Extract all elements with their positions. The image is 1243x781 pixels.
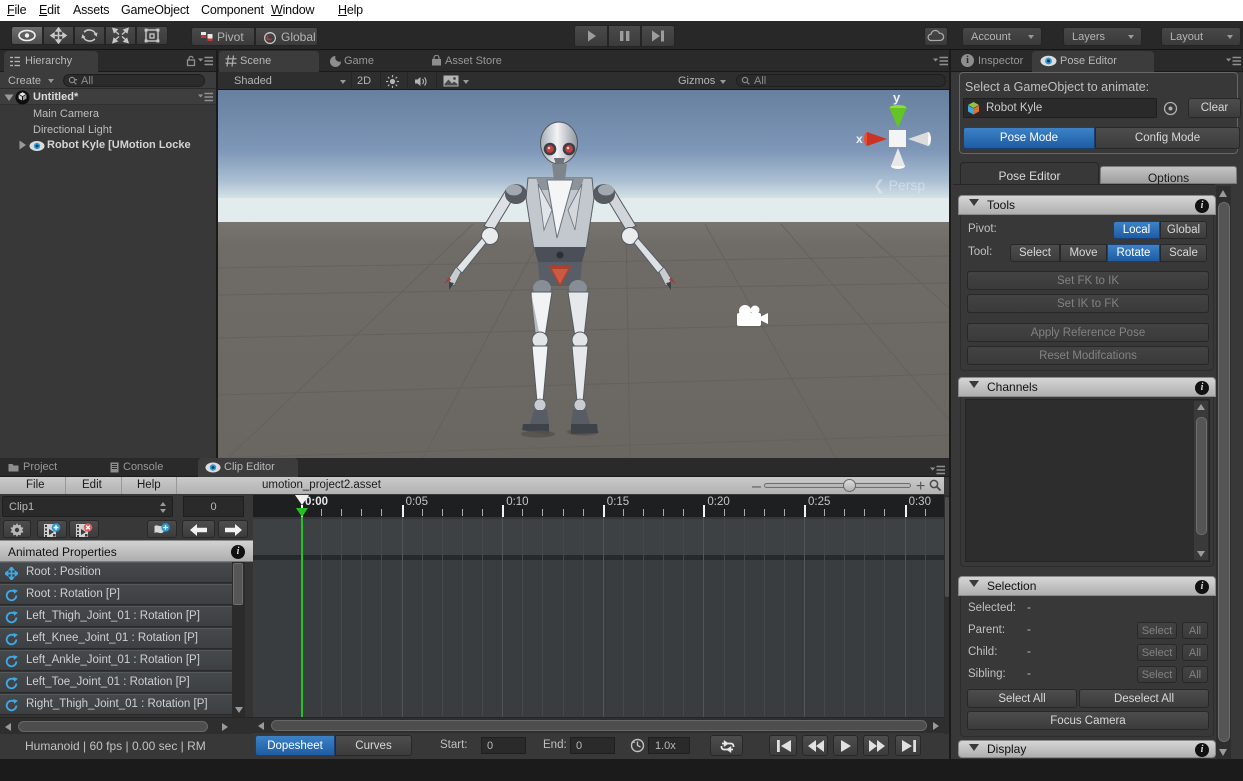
svg-text:y: y — [893, 90, 901, 105]
svg-text:x: x — [856, 132, 863, 146]
svg-text:❮ Persp: ❮ Persp — [873, 177, 925, 194]
